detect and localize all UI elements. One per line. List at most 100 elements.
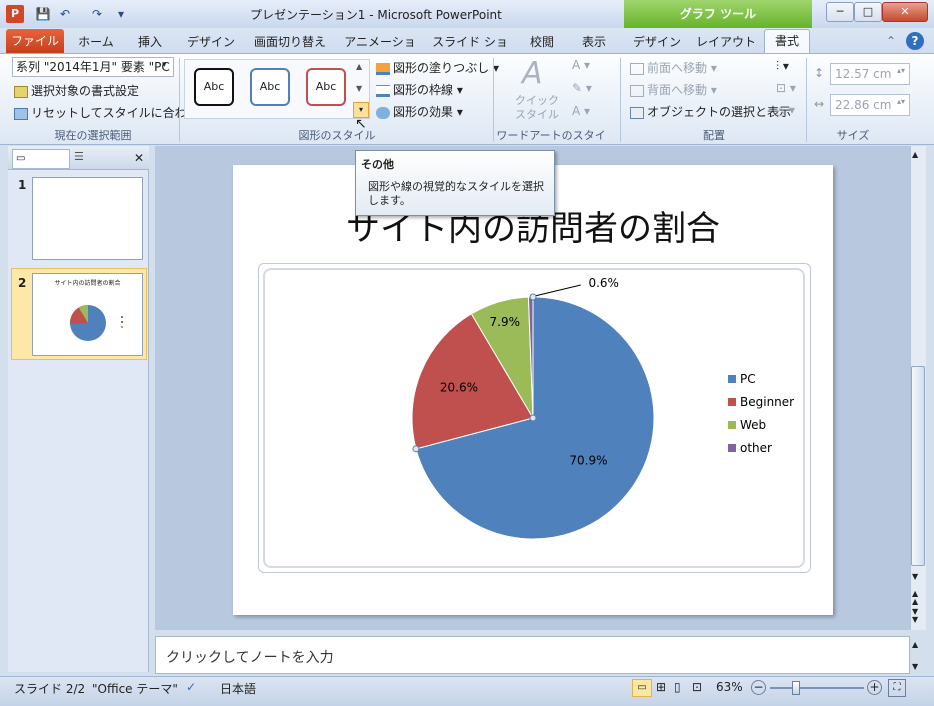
outline-tab-icon[interactable]: ☰ bbox=[74, 150, 84, 163]
tab-layout[interactable]: レイアウト bbox=[694, 31, 758, 53]
fit-to-window-icon[interactable]: ⛶ bbox=[888, 679, 906, 697]
tab-chart-design[interactable]: デザイン bbox=[628, 31, 686, 53]
reading-view-icon[interactable]: ▯ bbox=[674, 680, 681, 694]
shape-style-swatch[interactable]: Abc bbox=[194, 68, 234, 106]
slideshow-icon[interactable]: ⊡ bbox=[692, 680, 702, 694]
quick-styles-button[interactable]: クイック スタイル bbox=[515, 94, 559, 122]
zoom-level[interactable]: 63% bbox=[716, 680, 743, 694]
paint-bucket-icon bbox=[376, 62, 390, 75]
width-stepper-icon[interactable]: ▴▾ bbox=[897, 97, 905, 106]
shape-effects-label: 図形の効果 bbox=[393, 105, 454, 119]
legend-swatch bbox=[728, 421, 736, 429]
send-backward-label: 背面へ移動 bbox=[647, 83, 708, 97]
zoom-slider-thumb[interactable] bbox=[792, 681, 800, 695]
reset-style-button[interactable]: リセットしてスタイルに合わせる bbox=[14, 104, 211, 121]
group-label-shape-styles: 図形のスタイル bbox=[298, 129, 376, 142]
gallery-down-icon[interactable]: ▼ bbox=[356, 84, 362, 93]
data-label[interactable]: 70.9% bbox=[569, 454, 607, 468]
zoom-slider-track[interactable] bbox=[770, 687, 864, 689]
format-selection-label: 選択対象の書式設定 bbox=[31, 84, 140, 98]
previous-slide-icon[interactable]: ▲ ▲ bbox=[912, 590, 918, 606]
notes-pane[interactable]: クリックしてノートを入力 bbox=[155, 636, 910, 674]
data-label[interactable]: 20.6% bbox=[440, 381, 478, 395]
group-objects-icon[interactable]: ⊡ ▾ bbox=[776, 81, 796, 95]
height-stepper-icon[interactable]: ▴▾ bbox=[897, 66, 905, 75]
gallery-up-icon[interactable]: ▲ bbox=[356, 62, 362, 71]
legend-swatch bbox=[728, 375, 736, 383]
slides-tab-icon[interactable]: ▭ bbox=[12, 149, 70, 169]
shape-style-swatch[interactable]: Abc bbox=[250, 68, 290, 106]
notes-scroll-down-icon[interactable]: ▼ bbox=[912, 662, 918, 671]
tab-view[interactable]: 表示 bbox=[572, 31, 616, 53]
leader-line bbox=[530, 284, 581, 298]
legend-label[interactable]: Beginner bbox=[740, 395, 794, 409]
data-label[interactable]: 0.6% bbox=[588, 276, 619, 290]
scroll-down-icon[interactable]: ▼ bbox=[912, 572, 918, 581]
save-icon[interactable]: 💾 bbox=[34, 5, 52, 23]
align-icon[interactable]: ⫶ ▾ bbox=[776, 59, 789, 74]
send-backward-button[interactable]: 背面へ移動 ▾ bbox=[630, 81, 717, 98]
tab-home[interactable]: ホーム bbox=[72, 31, 120, 53]
bring-forward-label: 前面へ移動 bbox=[647, 61, 708, 75]
selection-pane-button[interactable]: オブジェクトの選択と表示 bbox=[630, 103, 791, 120]
shape-fill-label: 図形の塗りつぶし bbox=[393, 61, 490, 75]
format-selection-button[interactable]: 選択対象の書式設定 bbox=[14, 82, 139, 99]
collapse-ribbon-icon[interactable]: ⌃ bbox=[886, 34, 896, 48]
slide-thumbnail-1[interactable] bbox=[32, 177, 143, 260]
maximize-button[interactable]: □ bbox=[854, 2, 882, 22]
tab-animations[interactable]: アニメーション bbox=[340, 31, 420, 71]
shape-outline-button[interactable]: 図形の枠線 ▾ bbox=[376, 81, 463, 98]
legend-label[interactable]: PC bbox=[740, 372, 756, 386]
help-icon[interactable]: ? bbox=[906, 32, 924, 50]
selection-handle[interactable] bbox=[412, 445, 420, 453]
reset-icon bbox=[14, 107, 28, 120]
close-button[interactable]: ✕ bbox=[882, 2, 928, 22]
tab-review[interactable]: 校閲 bbox=[520, 31, 564, 53]
next-slide-icon[interactable]: ▼ ▼ bbox=[912, 608, 918, 624]
chart-element-dropdown[interactable]: 系列 "2014年1月" 要素 "PC bbox=[12, 57, 174, 77]
slide-canvas[interactable]: サイト内の訪問者の割合 70.9% 20.6% 7.9% 0.6% PC Beginner… bbox=[233, 165, 833, 615]
bring-forward-button[interactable]: 前面へ移動 ▾ bbox=[630, 59, 717, 76]
rotate-icon[interactable]: △ ▾ bbox=[776, 103, 795, 117]
notes-placeholder[interactable]: クリックしてノートを入力 bbox=[166, 647, 909, 667]
legend-label[interactable]: Web bbox=[740, 418, 766, 432]
slide-sorter-icon[interactable]: ⊞ bbox=[656, 680, 666, 694]
selection-handle[interactable] bbox=[529, 414, 537, 422]
minimize-button[interactable]: ─ bbox=[826, 2, 854, 22]
group-divider bbox=[493, 58, 494, 142]
normal-view-icon[interactable]: ▭ bbox=[632, 679, 652, 697]
notes-scroll-up-icon[interactable]: ▲ bbox=[912, 640, 918, 649]
redo-icon[interactable]: ↷ bbox=[88, 5, 106, 23]
text-effects-icon[interactable]: A ▾ bbox=[572, 104, 590, 118]
scroll-thumb[interactable] bbox=[911, 366, 925, 566]
shape-effects-button[interactable]: 図形の効果 ▾ bbox=[376, 103, 463, 120]
tab-insert[interactable]: 挿入 bbox=[128, 31, 172, 53]
tab-design[interactable]: デザイン bbox=[182, 31, 240, 53]
wordart-a-icon: A bbox=[522, 56, 543, 91]
slide-indicator[interactable]: スライド 2/2 bbox=[14, 680, 85, 697]
pie-chart[interactable]: 70.9% 20.6% 7.9% 0.6% PC Beginner Web other bbox=[233, 165, 833, 615]
tab-file[interactable]: ファイル bbox=[6, 29, 64, 53]
theme-name[interactable]: "Office テーマ" bbox=[92, 680, 178, 697]
slide-thumbnail-2[interactable]: サイト内の訪問者の割合 bbox=[32, 273, 143, 356]
text-outline-icon[interactable]: ✎ ▾ bbox=[572, 81, 592, 95]
shape-style-swatch[interactable]: Abc bbox=[306, 68, 346, 106]
group-divider bbox=[806, 58, 807, 142]
selection-handle[interactable] bbox=[529, 293, 537, 301]
tab-transitions[interactable]: 画面切り替え bbox=[250, 31, 330, 53]
scroll-up-icon[interactable]: ▲ bbox=[912, 150, 918, 159]
customize-qat-icon[interactable]: ▾ bbox=[112, 5, 130, 23]
language-indicator[interactable]: 日本語 bbox=[220, 680, 256, 697]
spell-check-icon[interactable]: ✓ bbox=[186, 680, 196, 694]
shape-fill-button[interactable]: 図形の塗りつぶし ▾ bbox=[376, 59, 499, 76]
data-label[interactable]: 7.9% bbox=[490, 315, 520, 329]
text-fill-icon[interactable]: A ▾ bbox=[572, 58, 590, 72]
undo-icon[interactable]: ↶ bbox=[56, 5, 74, 23]
powerpoint-icon[interactable]: P bbox=[6, 5, 24, 23]
legend-label[interactable]: other bbox=[740, 441, 772, 455]
tab-format[interactable]: 書式 bbox=[764, 29, 810, 54]
close-pane-icon[interactable]: ✕ bbox=[134, 151, 144, 165]
zoom-out-icon[interactable]: − bbox=[751, 680, 766, 695]
tab-slideshow[interactable]: スライド ショー bbox=[430, 31, 510, 71]
zoom-in-icon[interactable]: + bbox=[867, 680, 882, 695]
